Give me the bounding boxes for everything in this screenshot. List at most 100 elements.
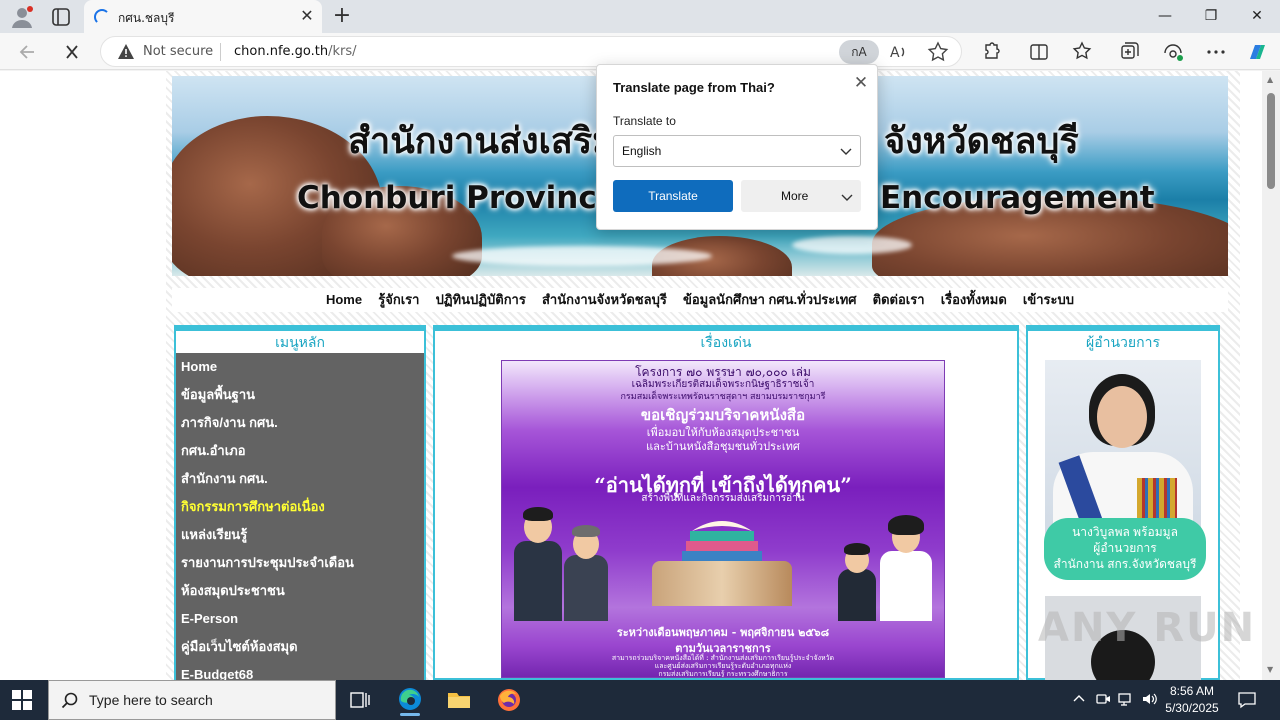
poster-line: สร้างพื้นที่และกิจกรรมส่งเสริมการอ่าน — [641, 493, 805, 504]
taskbar-search-placeholder: Type here to search — [89, 692, 213, 708]
director-caption: นางวิบูลพล พร้อมมูล ผู้อำนวยการ สำนักงาน… — [1044, 518, 1206, 580]
translate-popup-title: Translate page from Thai? — [613, 80, 775, 95]
file-explorer-icon[interactable] — [441, 684, 477, 716]
tray-meet-icon[interactable] — [1094, 690, 1112, 708]
person-illustration — [558, 521, 614, 621]
favorite-star-icon[interactable] — [927, 41, 949, 63]
clock-time: 8:56 AM — [1169, 684, 1215, 698]
more-button[interactable]: More — [741, 180, 861, 212]
favorites-icon[interactable] — [1070, 39, 1096, 65]
back-icon[interactable] — [14, 39, 42, 65]
featured-panel: เรื่องเด่น โครงการ ๗๐ พรรษา ๗๐,๐๐๐ เล่ม … — [433, 325, 1019, 680]
clock-date: 5/30/2025 — [1165, 701, 1219, 715]
not-secure-label[interactable]: Not secure — [143, 44, 213, 59]
url-text[interactable]: chon.nfe.go.th/krs/ — [234, 44, 357, 59]
top-menu-item[interactable]: เรื่องทั้งหมด — [941, 288, 1007, 312]
tab-title: กศน.ชลบุรี — [118, 11, 175, 25]
main-menu-panel: เมนูหลัก Home ข้อมูลพื้นฐาน ภารกิจ/งาน ก… — [174, 325, 426, 680]
main-menu-list: Home ข้อมูลพื้นฐาน ภารกิจ/งาน กศน. กศน.อ… — [176, 353, 424, 680]
windows-start-icon[interactable] — [12, 690, 32, 710]
sidebar-item-missions[interactable]: ภารกิจ/งาน กศน. — [176, 409, 424, 437]
new-tab-button[interactable]: + — [330, 4, 354, 28]
sidebar-item-monthly-reports[interactable]: รายงานการประชุมประจำเดือน — [176, 549, 424, 577]
active-tab[interactable]: กศน.ชลบุรี ✕ — [84, 0, 322, 33]
director-office: สำนักงาน สกร.จังหวัดชลบุรี — [1053, 557, 1197, 571]
collections-icon[interactable] — [1115, 39, 1141, 65]
url-host: chon.nfe.go.th — [234, 44, 329, 59]
sidebar-item-home[interactable]: Home — [176, 353, 424, 381]
top-menu-item[interactable]: รู้จักเรา — [378, 288, 419, 312]
settings-more-icon[interactable] — [1203, 39, 1229, 65]
anyrun-watermark: ANY RUN — [1038, 605, 1257, 651]
banner-thai-title-right: จังหวัดชลบุรี — [884, 120, 1079, 162]
top-menu-item[interactable]: Home — [326, 288, 362, 312]
extensions-icon[interactable] — [978, 39, 1004, 65]
address-separator — [220, 43, 221, 61]
director-heading: ผู้อำนวยการ — [1086, 334, 1160, 350]
poster-line: กรมส่งเสริมการเรียนรู้ กระทรวงศึกษาธิการ — [658, 670, 788, 678]
sidebar-item-library-manual[interactable]: คู่มือเว็บไซต์ห้องสมุด — [176, 633, 424, 661]
banner-english-title-left: Chonburi Provincial — [297, 180, 639, 216]
edge-taskbar-icon[interactable] — [392, 684, 428, 716]
translate-chip-button[interactable]: กA — [839, 40, 879, 64]
scroll-down-arrow-icon[interactable]: ▼ — [1267, 665, 1273, 674]
svg-text:A: A — [890, 45, 900, 61]
tray-chevron-up-icon[interactable] — [1070, 690, 1088, 708]
browser-title-bar: กศน.ชลบุรี ✕ + — ❐ ✕ — [0, 0, 1280, 33]
sidebar-item-basic-info[interactable]: ข้อมูลพื้นฐาน — [176, 381, 424, 409]
sidebar-item-learning-sources[interactable]: แหล่งเรียนรู้ — [176, 521, 424, 549]
sidebar-item-district[interactable]: กศน.อำเภอ — [176, 437, 424, 465]
banner-wave — [452, 246, 712, 266]
tab-close-button[interactable]: ✕ — [298, 7, 316, 25]
scroll-thumb[interactable] — [1267, 93, 1275, 189]
restore-button[interactable]: ❐ — [1188, 0, 1234, 33]
sidebar-item-continuing-education[interactable]: กิจกรรมการศึกษาต่อเนื่อง — [176, 493, 424, 521]
taskbar-clock[interactable]: 8:56 AM 5/30/2025 — [1160, 683, 1224, 717]
sidebar-item-public-library[interactable]: ห้องสมุดประชาชน — [176, 577, 424, 605]
translate-popup: Translate page from Thai? ✕ Translate to… — [596, 64, 878, 230]
firefox-icon[interactable] — [491, 684, 527, 716]
sidebar-item-e-person[interactable]: E-Person — [176, 605, 424, 633]
person-illustration — [874, 511, 938, 621]
read-aloud-icon[interactable]: A — [887, 41, 909, 63]
network-icon[interactable] — [1117, 690, 1135, 708]
banner-thai-title-left: สำนักงานส่งเสริม — [348, 120, 616, 162]
profile-icon[interactable] — [10, 5, 34, 29]
copilot-icon[interactable] — [1244, 39, 1270, 65]
featured-heading: เรื่องเด่น — [700, 334, 752, 350]
translate-button[interactable]: Translate — [613, 180, 733, 212]
warning-icon[interactable] — [117, 43, 135, 61]
scroll-up-arrow-icon[interactable]: ▲ — [1267, 75, 1273, 84]
search-icon — [61, 692, 78, 709]
address-bar[interactable]: Not secure chon.nfe.go.th/krs/ กA A — [100, 36, 962, 67]
sidebar-item-e-budget[interactable]: E-Budget68 — [176, 661, 424, 680]
task-view-icon[interactable] — [342, 684, 378, 716]
top-navigation-menu: Home รู้จักเรา ปฏิทินปฏิบัติการ สำนักงาน… — [172, 288, 1228, 312]
translate-to-label: Translate to — [613, 114, 676, 128]
top-menu-item[interactable]: ปฏิทินปฏิบัติการ — [436, 288, 526, 312]
url-path: /krs/ — [328, 44, 357, 59]
top-menu-item[interactable]: ติดต่อเรา — [873, 288, 925, 312]
sidebar-item-office[interactable]: สำนักงาน กศน. — [176, 465, 424, 493]
translate-popup-close-button[interactable]: ✕ — [851, 73, 871, 93]
top-menu-item[interactable]: สำนักงานจังหวัดชลบุรี — [542, 288, 667, 312]
taskbar-search-box[interactable]: Type here to search — [48, 680, 336, 720]
stop-loading-icon[interactable] — [58, 39, 86, 65]
split-screen-icon[interactable] — [1026, 39, 1052, 65]
browser-essentials-icon[interactable] — [1160, 39, 1186, 65]
notification-center-icon[interactable] — [1236, 689, 1258, 711]
minimize-button[interactable]: — — [1142, 0, 1188, 33]
director-name: นางวิบูลพล พร้อมมูล — [1072, 525, 1178, 539]
loading-spinner-icon — [94, 9, 110, 25]
volume-icon[interactable] — [1140, 690, 1158, 708]
tab-actions-icon[interactable] — [50, 6, 72, 28]
top-menu-item[interactable]: เข้าระบบ — [1023, 288, 1074, 312]
target-language-select[interactable]: English — [613, 135, 861, 167]
close-window-button[interactable]: ✕ — [1234, 0, 1280, 33]
top-menu-item[interactable]: ข้อมูลนักศึกษา กศน.ทั่วประเทศ — [683, 288, 857, 312]
chevron-down-icon — [840, 148, 852, 155]
banner-wave-2 — [792, 236, 912, 254]
featured-poster[interactable]: โครงการ ๗๐ พรรษา ๗๐,๐๐๐ เล่ม เฉลิมพระเกี… — [501, 360, 945, 678]
banner-english-title-right: Encouragement — [880, 180, 1155, 216]
page-scrollbar[interactable]: ▲ ▼ — [1262, 71, 1280, 680]
